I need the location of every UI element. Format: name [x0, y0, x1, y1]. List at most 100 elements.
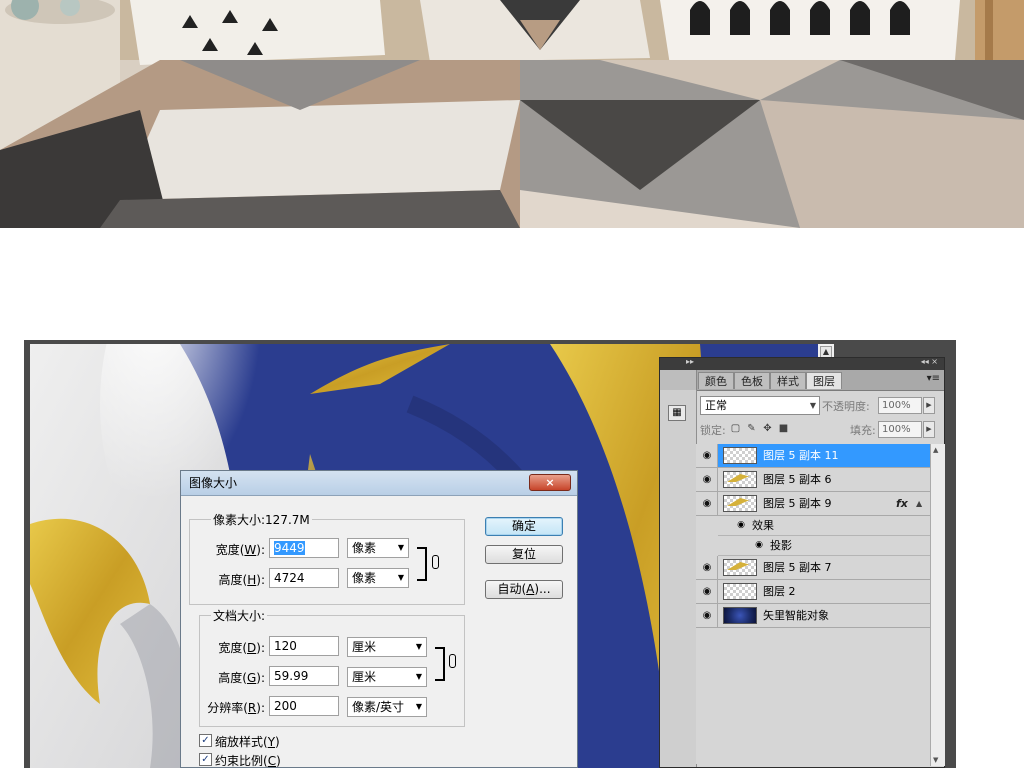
visibility-cell[interactable]: ◉: [696, 444, 718, 467]
doc-height-unit-select[interactable]: 厘米 ▼: [347, 667, 427, 687]
panel-menu-icon[interactable]: ▾≡: [927, 373, 940, 384]
blend-mode-select[interactable]: 正常 ▼: [700, 396, 820, 415]
panel-titlebar: ▸▸ ◂◂ ×: [660, 357, 944, 370]
layer-name: 图层 5 副本 9: [763, 497, 832, 510]
scale-styles-checkbox[interactable]: ✓: [199, 734, 212, 747]
layer-thumbnail: [723, 607, 757, 624]
lock-brush-icon[interactable]: ✎: [746, 423, 757, 434]
eye-icon[interactable]: ◉: [699, 497, 715, 510]
layer-row[interactable]: ◉ 图层 5 副本 9 fx ▲: [696, 492, 930, 516]
panel-close-icon[interactable]: ◂◂ ×: [921, 357, 938, 366]
pixel-width-unit-select[interactable]: 像素 ▼: [347, 538, 409, 558]
blend-mode-value: 正常: [705, 399, 727, 412]
eye-icon[interactable]: ◉: [699, 449, 715, 462]
fill-arrow-icon[interactable]: ▶: [923, 421, 935, 438]
chevron-down-icon: ▼: [809, 401, 816, 410]
doc-width-unit-select[interactable]: 厘米 ▼: [347, 637, 427, 657]
eye-icon[interactable]: ◉: [699, 585, 715, 598]
expand-effects-icon[interactable]: ▲: [916, 492, 922, 516]
lock-options-row: 锁定: ▢ ✎ ✥ ■ 填充: 100% ▶: [700, 420, 940, 442]
layer-thumbnail: [723, 471, 757, 488]
chain-link-icon: [449, 654, 456, 668]
tab-swatches[interactable]: 色板: [734, 372, 770, 389]
chain-link-icon: [432, 555, 439, 569]
doc-height-label: 高度(G):: [218, 671, 265, 685]
layer-row[interactable]: ◉ 矢里智能对象: [696, 604, 930, 628]
eye-icon[interactable]: ◉: [734, 520, 748, 531]
constrain-proportions-label: 约束比例(C): [215, 754, 281, 768]
blend-options-row: 正常 ▼ 不透明度: 100% ▶: [700, 396, 940, 418]
layer-comp-icon[interactable]: ▦: [668, 405, 686, 421]
resolution-label: 分辨率(R):: [207, 701, 265, 715]
resolution-input[interactable]: 200: [269, 696, 339, 716]
layer-row[interactable]: ◉ 图层 5 副本 7: [696, 556, 930, 580]
visibility-cell[interactable]: ◉: [696, 580, 718, 603]
pixel-dimensions-title: 像素大小:127.7M: [211, 511, 312, 528]
layer-name: 图层 5 副本 7: [763, 561, 832, 574]
chevron-down-icon: ▼: [415, 702, 422, 711]
lock-transparency-icon[interactable]: ▢: [730, 423, 741, 434]
photoshop-window: ▲ ▸▸ ◂◂ × 颜色 色板 样式 图层 ▾≡ ▦ 正常 ▼ 不透明度: 10…: [24, 340, 956, 768]
visibility-cell[interactable]: ◉: [696, 468, 718, 491]
collapse-left-icon[interactable]: ▸▸: [686, 357, 694, 366]
resolution-unit-select[interactable]: 像素/英寸 ▼: [347, 697, 427, 717]
layer-thumbnail: [723, 559, 757, 576]
layer-row[interactable]: ◉ 图层 5 副本 6: [696, 468, 930, 492]
pixel-height-unit-select[interactable]: 像素 ▼: [347, 568, 409, 588]
pixel-width-value: 9449: [274, 541, 305, 555]
dialog-titlebar[interactable]: 图像大小 ×: [181, 471, 577, 496]
eye-icon[interactable]: ◉: [699, 473, 715, 486]
visibility-cell[interactable]: ◉: [696, 492, 718, 515]
layers-vertical-scrollbar[interactable]: ▲ ▼: [930, 444, 945, 766]
panel-tab-side: [660, 370, 697, 390]
image-size-dialog: 图像大小 × 像素大小:127.7M 宽度(W): 9449 像素 ▼ 高度(H)…: [180, 470, 578, 768]
scroll-down-icon[interactable]: ▼: [933, 756, 938, 764]
layers-panel: ▸▸ ◂◂ × 颜色 色板 样式 图层 ▾≡ ▦ 正常 ▼ 不透明度: 100%…: [659, 357, 945, 768]
doc-height-input[interactable]: 59.99: [269, 666, 339, 686]
constrain-proportions-checkbox[interactable]: ✓: [199, 753, 212, 766]
pixel-height-input[interactable]: 4724: [269, 568, 339, 588]
lock-all-icon[interactable]: ■: [778, 423, 789, 434]
panel-tab-bar: 颜色 色板 样式 图层 ▾≡: [660, 370, 944, 391]
opacity-arrow-icon[interactable]: ▶: [923, 397, 935, 414]
scroll-up-icon[interactable]: ▲: [933, 446, 938, 454]
reset-button[interactable]: 复位: [485, 545, 563, 564]
eye-icon[interactable]: ◉: [699, 561, 715, 574]
dialog-title: 图像大小: [189, 476, 238, 490]
effect-item-row[interactable]: ◉ 投影: [718, 536, 930, 556]
fill-input[interactable]: 100%: [878, 421, 922, 438]
close-icon[interactable]: ×: [529, 474, 571, 491]
doc-width-label: 宽度(D):: [218, 641, 265, 655]
chevron-down-icon: ▼: [397, 573, 404, 582]
layer-thumbnail: [723, 447, 757, 464]
tab-color[interactable]: 颜色: [698, 372, 734, 389]
pixel-width-label: 宽度(W):: [215, 543, 265, 557]
pixel-height-label: 高度(H):: [218, 573, 265, 587]
auto-button[interactable]: 自动(A)...: [485, 580, 563, 599]
chevron-down-icon: ▼: [397, 543, 404, 552]
pixel-width-input[interactable]: 9449: [269, 538, 339, 558]
visibility-cell[interactable]: ◉: [696, 556, 718, 579]
layer-row[interactable]: ◉ 图层 2: [696, 580, 930, 604]
opacity-label: 不透明度:: [822, 400, 870, 413]
tab-layers[interactable]: 图层: [806, 372, 842, 389]
visibility-cell[interactable]: ◉: [696, 604, 718, 627]
chevron-down-icon: ▼: [415, 672, 422, 681]
drop-shadow-label: 投影: [770, 539, 792, 552]
tab-styles[interactable]: 样式: [770, 372, 806, 389]
chevron-down-icon: ▼: [415, 642, 422, 651]
layer-row[interactable]: ◉ 图层 5 副本 11: [696, 444, 930, 468]
opacity-input[interactable]: 100%: [878, 397, 922, 414]
effects-row[interactable]: ◉ 效果: [718, 516, 930, 536]
bedroom-photo: [0, 0, 1024, 228]
eye-icon[interactable]: ◉: [699, 609, 715, 622]
layer-thumbnail: [723, 495, 757, 512]
layers-list: ◉ 图层 5 副本 11 ◉ 图层 5 副本 6 ◉ 图层 5 副本 9 fx …: [696, 444, 930, 764]
lock-move-icon[interactable]: ✥: [762, 423, 773, 434]
eye-icon[interactable]: ◉: [752, 540, 766, 551]
fx-icon[interactable]: fx: [896, 492, 908, 516]
layer-name: 图层 5 副本 6: [763, 473, 832, 486]
lock-label: 锁定:: [700, 424, 726, 437]
doc-width-input[interactable]: 120: [269, 636, 339, 656]
ok-button[interactable]: 确定: [485, 517, 563, 536]
